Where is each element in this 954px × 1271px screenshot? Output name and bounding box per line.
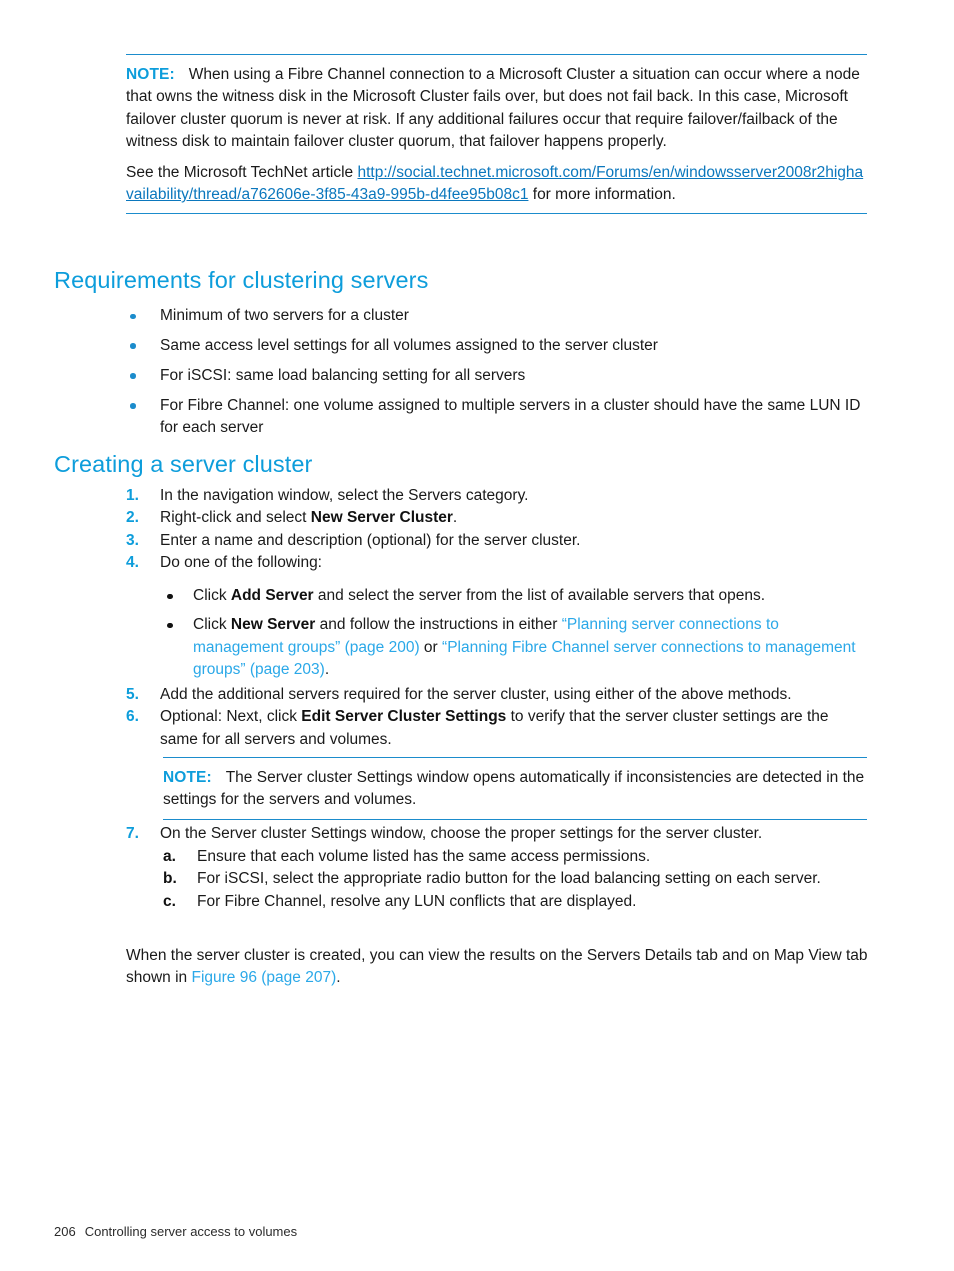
step-label: Enter a name and description (optional) … bbox=[160, 531, 581, 549]
substep-label: For iSCSI, select the appropriate radio … bbox=[197, 870, 821, 888]
substep-text-mid2: or bbox=[419, 638, 443, 656]
substep-label: Click New Server and follow the instruct… bbox=[163, 614, 868, 681]
button-edit-server-cluster-settings: Edit Server Cluster Settings bbox=[301, 708, 507, 726]
step-label: On the Server cluster Settings window, c… bbox=[160, 825, 763, 842]
note-label: NOTE: bbox=[126, 66, 175, 83]
step-number: 4. bbox=[126, 554, 139, 572]
step-number: 7. bbox=[126, 825, 139, 842]
step-label: In the navigation window, select the Ser… bbox=[160, 487, 529, 504]
substep-text-pre: Click bbox=[193, 587, 231, 604]
substep-marker: a. bbox=[163, 848, 176, 865]
list-item-label: Same access level settings for all volum… bbox=[160, 336, 658, 354]
step-text-post: . bbox=[452, 509, 458, 527]
substep-a: a. Ensure that each volume listed has th… bbox=[163, 846, 868, 868]
step-4-substep-list: Click Add Server and select the server f… bbox=[163, 585, 868, 682]
substep-c: c. For Fibre Channel, resolve any LUN co… bbox=[163, 891, 868, 913]
heading-creating-a-server-cluster: Creating a server cluster bbox=[54, 451, 313, 477]
step-3: 3. Enter a name and description (optiona… bbox=[126, 530, 868, 552]
button-add-server: Add Server bbox=[230, 587, 314, 604]
substep-text-mid1: and follow the instructions in either bbox=[315, 616, 562, 634]
heading-requirements-for-clustering-servers: Requirements for clustering servers bbox=[54, 267, 429, 293]
closing-paragraph: When the server cluster is created, you … bbox=[126, 945, 868, 990]
note-paragraph: NOTE: When using a Fibre Channel connecti… bbox=[126, 64, 867, 154]
step-number: 3. bbox=[126, 531, 139, 549]
substep-add-server: Click Add Server and select the server f… bbox=[163, 585, 868, 607]
substep-new-server: Click New Server and follow the instruct… bbox=[163, 614, 868, 681]
note-reference-tail: for more information. bbox=[528, 186, 676, 204]
list-item: For iSCSI: same load balancing setting f… bbox=[126, 365, 868, 387]
bullet-icon bbox=[167, 622, 173, 629]
substep-marker: c. bbox=[163, 892, 176, 910]
footer-chapter-title: Controlling server access to volumes bbox=[84, 1224, 298, 1239]
step-number: 1. bbox=[126, 487, 139, 504]
step-number: 2. bbox=[126, 509, 139, 527]
list-item-label: For iSCSI: same load balancing setting f… bbox=[160, 366, 526, 384]
step-label: Right-click and select New Server Cluste… bbox=[126, 507, 868, 529]
list-item: For Fibre Channel: one volume assigned t… bbox=[126, 395, 868, 440]
substep-b: b. For iSCSI, select the appropriate rad… bbox=[163, 868, 868, 890]
list-item-label: Minimum of two servers for a cluster bbox=[160, 307, 409, 324]
note-paragraph-text: The Server cluster Settings window opens… bbox=[163, 769, 865, 809]
step-6: 6. Optional: Next, click Edit Server Clu… bbox=[126, 706, 868, 751]
substep-marker: b. bbox=[163, 870, 177, 888]
list-item: Minimum of two servers for a cluster bbox=[126, 305, 868, 327]
substep-text-tail: . bbox=[324, 661, 330, 679]
step-7-substep-list: a. Ensure that each volume listed has th… bbox=[163, 846, 868, 913]
step-number: 6. bbox=[126, 708, 139, 726]
requirements-bullet-list: Minimum of two servers for a cluster Sam… bbox=[126, 305, 868, 440]
document-page: NOTE: When using a Fibre Channel connecti… bbox=[0, 0, 954, 1271]
button-new-server: New Server bbox=[230, 616, 316, 634]
bullet-icon bbox=[130, 373, 136, 379]
closing-tail: . bbox=[336, 969, 341, 987]
note-paragraph: NOTE: The Server cluster Settings window … bbox=[163, 767, 867, 812]
step-text-pre: Optional: Next, click bbox=[160, 708, 302, 726]
step-label: Optional: Next, click Edit Server Cluste… bbox=[126, 706, 868, 751]
note-block-fibre-channel: NOTE: When using a Fibre Channel connecti… bbox=[126, 54, 867, 215]
creating-cluster-steps-5-6: 5. Add the additional servers required f… bbox=[126, 684, 868, 751]
footer-page-number: 206 bbox=[54, 1224, 76, 1239]
substep-text-post: and select the server from the list of a… bbox=[313, 587, 766, 604]
bullet-icon bbox=[167, 593, 173, 599]
note-body: NOTE: When using a Fibre Channel connecti… bbox=[126, 64, 867, 206]
page-footer: 206 Controlling server access to volumes bbox=[54, 1224, 297, 1239]
bullet-icon bbox=[130, 403, 136, 409]
creating-cluster-steps-1-4: 1. In the navigation window, select the … bbox=[126, 485, 868, 575]
step-label: Do one of the following: bbox=[160, 554, 322, 572]
note-label: NOTE: bbox=[163, 769, 212, 786]
list-item: Same access level settings for all volum… bbox=[126, 335, 868, 357]
creating-cluster-step-7: 7. On the Server cluster Settings window… bbox=[126, 823, 868, 845]
substep-label: Click Add Server and select the server f… bbox=[163, 585, 868, 607]
step-7: 7. On the Server cluster Settings window… bbox=[126, 823, 868, 845]
substep-label: For Fibre Channel, resolve any LUN confl… bbox=[197, 892, 637, 910]
step-1: 1. In the navigation window, select the … bbox=[126, 485, 868, 507]
note-body: NOTE: The Server cluster Settings window … bbox=[163, 767, 867, 812]
step-5: 5. Add the additional servers required f… bbox=[126, 684, 868, 706]
step-text-pre: Right-click and select bbox=[160, 509, 311, 527]
bullet-icon bbox=[130, 343, 136, 349]
step-number: 5. bbox=[126, 686, 139, 703]
note-reference-paragraph: See the Microsoft TechNet article http:/… bbox=[126, 162, 867, 207]
substep-text-pre: Click bbox=[193, 616, 231, 634]
bullet-icon bbox=[130, 313, 136, 319]
substep-label: Ensure that each volume listed has the s… bbox=[197, 848, 651, 865]
note-reference-lead: See the Microsoft TechNet article bbox=[126, 163, 358, 181]
note-block-server-cluster-settings: NOTE: The Server cluster Settings window … bbox=[163, 757, 867, 820]
step-2: 2. Right-click and select New Server Clu… bbox=[126, 507, 868, 529]
menu-item-new-server-cluster: New Server Cluster bbox=[310, 509, 453, 527]
xref-figure-96[interactable]: Figure 96 (page 207) bbox=[191, 969, 336, 986]
step-4: 4. Do one of the following: bbox=[126, 552, 868, 574]
step-label: Add the additional servers required for … bbox=[160, 686, 792, 703]
list-item-label: For Fibre Channel: one volume assigned t… bbox=[160, 396, 861, 437]
note-paragraph-text: When using a Fibre Channel connection to… bbox=[126, 66, 860, 151]
